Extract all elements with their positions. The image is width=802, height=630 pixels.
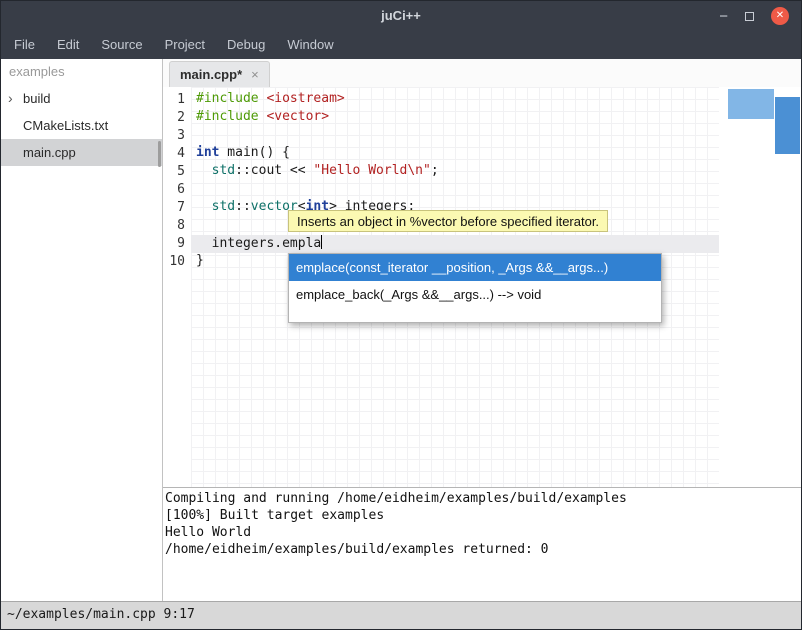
main-area: examples › build CMakeLists.txt main.cpp… (1, 59, 801, 601)
window-title: juCi++ (1, 1, 801, 31)
output-line: Hello World (165, 524, 799, 541)
tree-item-label: CMakeLists.txt (23, 118, 108, 133)
code-editor[interactable]: 12345678910 #include <iostream>#include … (163, 87, 801, 487)
editor-gutter: 12345678910 (163, 91, 191, 271)
code-line[interactable] (191, 181, 801, 199)
tab-maincpp[interactable]: main.cpp* × (169, 61, 270, 87)
code-segment: #include (196, 109, 266, 124)
tree-item-build[interactable]: › build (1, 85, 162, 112)
editor-pane: main.cpp* × 12345678910 #include <iostre… (163, 59, 801, 601)
menu-window[interactable]: Window (276, 31, 344, 59)
titlebar[interactable]: juCi++ − ✕ (1, 1, 801, 31)
autocomplete-item[interactable]: emplace_back(_Args &&__args...) --> void (289, 281, 661, 308)
code-segment: <iostream> (266, 91, 344, 106)
text-cursor (321, 235, 322, 249)
line-number: 5 (163, 163, 191, 181)
output-line: /home/eidheim/examples/build/examples re… (165, 541, 799, 558)
close-icon[interactable]: ✕ (771, 7, 789, 25)
menu-source[interactable]: Source (90, 31, 153, 59)
restore-icon[interactable] (745, 12, 754, 21)
code-segment: ::cout << (235, 163, 313, 178)
code-segment: } (196, 253, 204, 268)
tree-item-cmakelists[interactable]: CMakeLists.txt (1, 112, 162, 139)
overview-scrollbar-light[interactable] (728, 89, 774, 119)
output-panel[interactable]: Compiling and running /home/eidheim/exam… (163, 487, 801, 601)
code-segment: :: (235, 199, 251, 214)
code-segment: int (196, 145, 219, 160)
menu-debug[interactable]: Debug (216, 31, 276, 59)
code-segment: #include (196, 91, 266, 106)
doc-tooltip: Inserts an object in %vector before spec… (288, 210, 608, 232)
sidebar-scrollbar-thumb[interactable] (158, 141, 161, 167)
editor-overview-strip (719, 87, 801, 487)
code-segment: std (212, 163, 235, 178)
minimize-icon[interactable]: − (719, 9, 728, 24)
output-line: Compiling and running /home/eidheim/exam… (165, 490, 799, 507)
app-window: juCi++ − ✕ File Edit Source Project Debu… (0, 0, 802, 630)
menu-project[interactable]: Project (154, 31, 216, 59)
line-number: 1 (163, 91, 191, 109)
autocomplete-popup: emplace(const_iterator __position, _Args… (288, 253, 662, 323)
line-number: 2 (163, 109, 191, 127)
line-number: 4 (163, 145, 191, 163)
line-number: 9 (163, 235, 191, 253)
line-number: 7 (163, 199, 191, 217)
overview-scrollbar-thumb[interactable] (775, 97, 800, 154)
tab-label: main.cpp* (180, 67, 242, 82)
tree-item-maincpp[interactable]: main.cpp (1, 139, 162, 166)
project-folder-label: examples (1, 59, 162, 85)
code-line[interactable]: #include <iostream> (191, 91, 801, 109)
code-segment: <vector> (266, 109, 329, 124)
code-segment: std (212, 199, 235, 214)
code-segment (196, 199, 212, 214)
code-segment: integers.empla (196, 236, 321, 251)
editor-lines: #include <iostream>#include <vector>int … (191, 91, 801, 271)
code-segment (196, 163, 212, 178)
output-line: [100%] Built target examples (165, 507, 799, 524)
menu-edit[interactable]: Edit (46, 31, 90, 59)
code-line[interactable] (191, 127, 801, 145)
tree-item-label: main.cpp (23, 145, 76, 160)
chevron-right-icon[interactable]: › (8, 85, 13, 112)
window-controls: − ✕ (719, 1, 789, 31)
tab-close-icon[interactable]: × (251, 67, 259, 82)
autocomplete-item[interactable]: emplace(const_iterator __position, _Args… (289, 254, 661, 281)
code-line[interactable]: #include <vector> (191, 109, 801, 127)
code-segment: "Hello World\n" (313, 163, 430, 178)
tree-item-label: build (23, 91, 50, 106)
menu-file[interactable]: File (3, 31, 46, 59)
code-line[interactable]: std::cout << "Hello World\n"; (191, 163, 801, 181)
menubar: File Edit Source Project Debug Window (1, 31, 801, 59)
line-number: 8 (163, 217, 191, 235)
code-segment: ; (431, 163, 439, 178)
statusbar: ~/examples/main.cpp 9:17 (1, 601, 801, 629)
code-segment: main() { (219, 145, 289, 160)
line-number: 10 (163, 253, 191, 271)
file-tree-panel: examples › build CMakeLists.txt main.cpp (1, 59, 163, 601)
code-line[interactable]: int main() { (191, 145, 801, 163)
line-number: 6 (163, 181, 191, 199)
code-line[interactable]: integers.empla (191, 235, 801, 253)
tabbar: main.cpp* × (163, 59, 801, 87)
line-number: 3 (163, 127, 191, 145)
